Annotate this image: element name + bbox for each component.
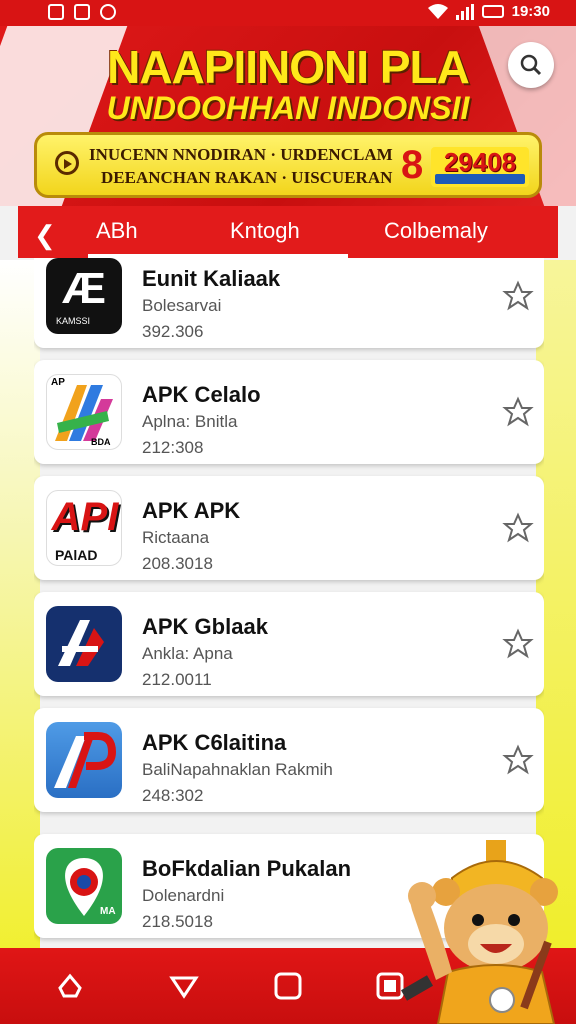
promo-badge-strip — [435, 174, 525, 184]
list-item[interactable]: Æ KAMSSI Eunit Kaliaak Bolesarvai 392.30… — [34, 258, 544, 348]
app-name: APK APK — [142, 498, 241, 523]
list-item[interactable]: APK C6laitina BaliNapahnaklan Rakmih 248… — [34, 708, 544, 812]
app-icon: AP BDA — [46, 374, 122, 450]
app-size: 218.5018 — [142, 912, 213, 931]
promo-text-line1: INUCENN NNODIRAN · URDENCLAM — [89, 145, 393, 164]
signal-icon — [455, 3, 474, 20]
app-size: 212.0011 — [142, 670, 212, 689]
back-chevron-icon[interactable]: ❮ — [34, 220, 56, 251]
app-name: APK C6laitina — [142, 730, 287, 755]
tab-bar: ❮ ABh Kntogh Colbemaly — [18, 206, 558, 258]
favorite-star-icon[interactable] — [502, 280, 534, 312]
app-icon-mark: Æ — [62, 264, 106, 313]
app-developer: Dolenardni — [142, 886, 225, 905]
list-item[interactable]: AP BDA APK Celalo Aplna: Bnitla 212:308 — [34, 360, 544, 464]
app-icon-caption: PAlAD — [55, 547, 98, 563]
tab-abh[interactable]: ABh — [96, 218, 138, 244]
app-developer: Rictaana — [142, 528, 210, 547]
header-banner: NAAPIINONI PLA UNDOOHHAN INDONSII INUCEN… — [0, 26, 576, 206]
app-developer: BaliNapahnaklan Rakmih — [142, 760, 333, 779]
status-time: 19:30 — [511, 3, 550, 20]
list-item[interactable]: API PAlAD APK APK Rictaana 208.3018 — [34, 476, 544, 580]
app-size: 212:308 — [142, 438, 204, 457]
app-developer: Bolesarvai — [142, 296, 222, 315]
app-developer: Ankla: Apna — [142, 644, 233, 663]
home-icon[interactable] — [166, 968, 202, 1004]
app-size: 392.306 — [142, 322, 204, 341]
app-size: 248:302 — [142, 786, 204, 805]
notification-icons — [48, 4, 116, 20]
tab-colbemaly[interactable]: Colbemaly — [384, 218, 488, 244]
wifi-icon — [427, 3, 448, 19]
app-icon-tag: MA — [100, 906, 116, 917]
app-icon-graphic — [58, 620, 104, 666]
app-icon-caption: BDA — [91, 437, 111, 447]
tab-kntogh[interactable]: Kntogh — [230, 218, 300, 244]
app-name: APK Celalo — [142, 382, 261, 407]
promo-text-line2: DEEANCHAN RAKAN · UISCUERAN — [101, 168, 393, 187]
promo-banner[interactable]: INUCENN NNODIRAN · URDENCLAM DEEANCHAN R… — [34, 132, 542, 198]
camera-notification-icon — [74, 4, 90, 20]
promo-digit: 8 — [401, 143, 424, 187]
recent-apps-icon[interactable] — [270, 968, 306, 1004]
favorite-star-icon[interactable] — [502, 744, 534, 776]
favorite-star-icon[interactable] — [502, 396, 534, 428]
app-icon: MA — [46, 848, 122, 924]
app-icon: API PAlAD — [46, 490, 122, 566]
arrow-right-icon — [55, 151, 79, 175]
favorite-star-icon[interactable] — [502, 512, 534, 544]
battery-icon — [481, 5, 504, 18]
header-title: NAAPIINONI PLA — [107, 41, 470, 93]
app-name: Eunit Kaliaak — [142, 266, 281, 291]
favorite-star-icon[interactable] — [502, 628, 534, 660]
mascot-illustration — [401, 840, 558, 1024]
header-subtitle: UNDOOHHAN INDONSII — [106, 90, 470, 126]
app-size: 208.3018 — [142, 554, 213, 573]
app-notification-icon — [100, 4, 116, 20]
gallery-notification-icon — [48, 4, 64, 20]
search-icon — [520, 54, 542, 76]
promo-number-badge: 29408 — [431, 147, 529, 187]
app-icon-tag: AP — [51, 377, 65, 388]
app-icon — [46, 606, 122, 682]
app-icon: Æ KAMSSI — [46, 258, 122, 334]
app-name: APK Gblaak — [142, 614, 268, 639]
list-item[interactable]: APK Gblaak Ankla: Apna 212.0011 — [34, 592, 544, 696]
app-name: BoFkdalian Pukalan — [142, 856, 352, 881]
app-icon-mark: API — [51, 495, 119, 539]
app-icon-caption: KAMSSI — [56, 316, 91, 326]
back-icon[interactable] — [52, 968, 88, 1004]
app-developer: Aplna: Bnitla — [142, 412, 238, 431]
app-icon-graphic — [54, 732, 117, 788]
status-bar: 19:30 — [0, 0, 576, 26]
app-icon — [46, 722, 122, 798]
search-button[interactable] — [508, 42, 554, 88]
